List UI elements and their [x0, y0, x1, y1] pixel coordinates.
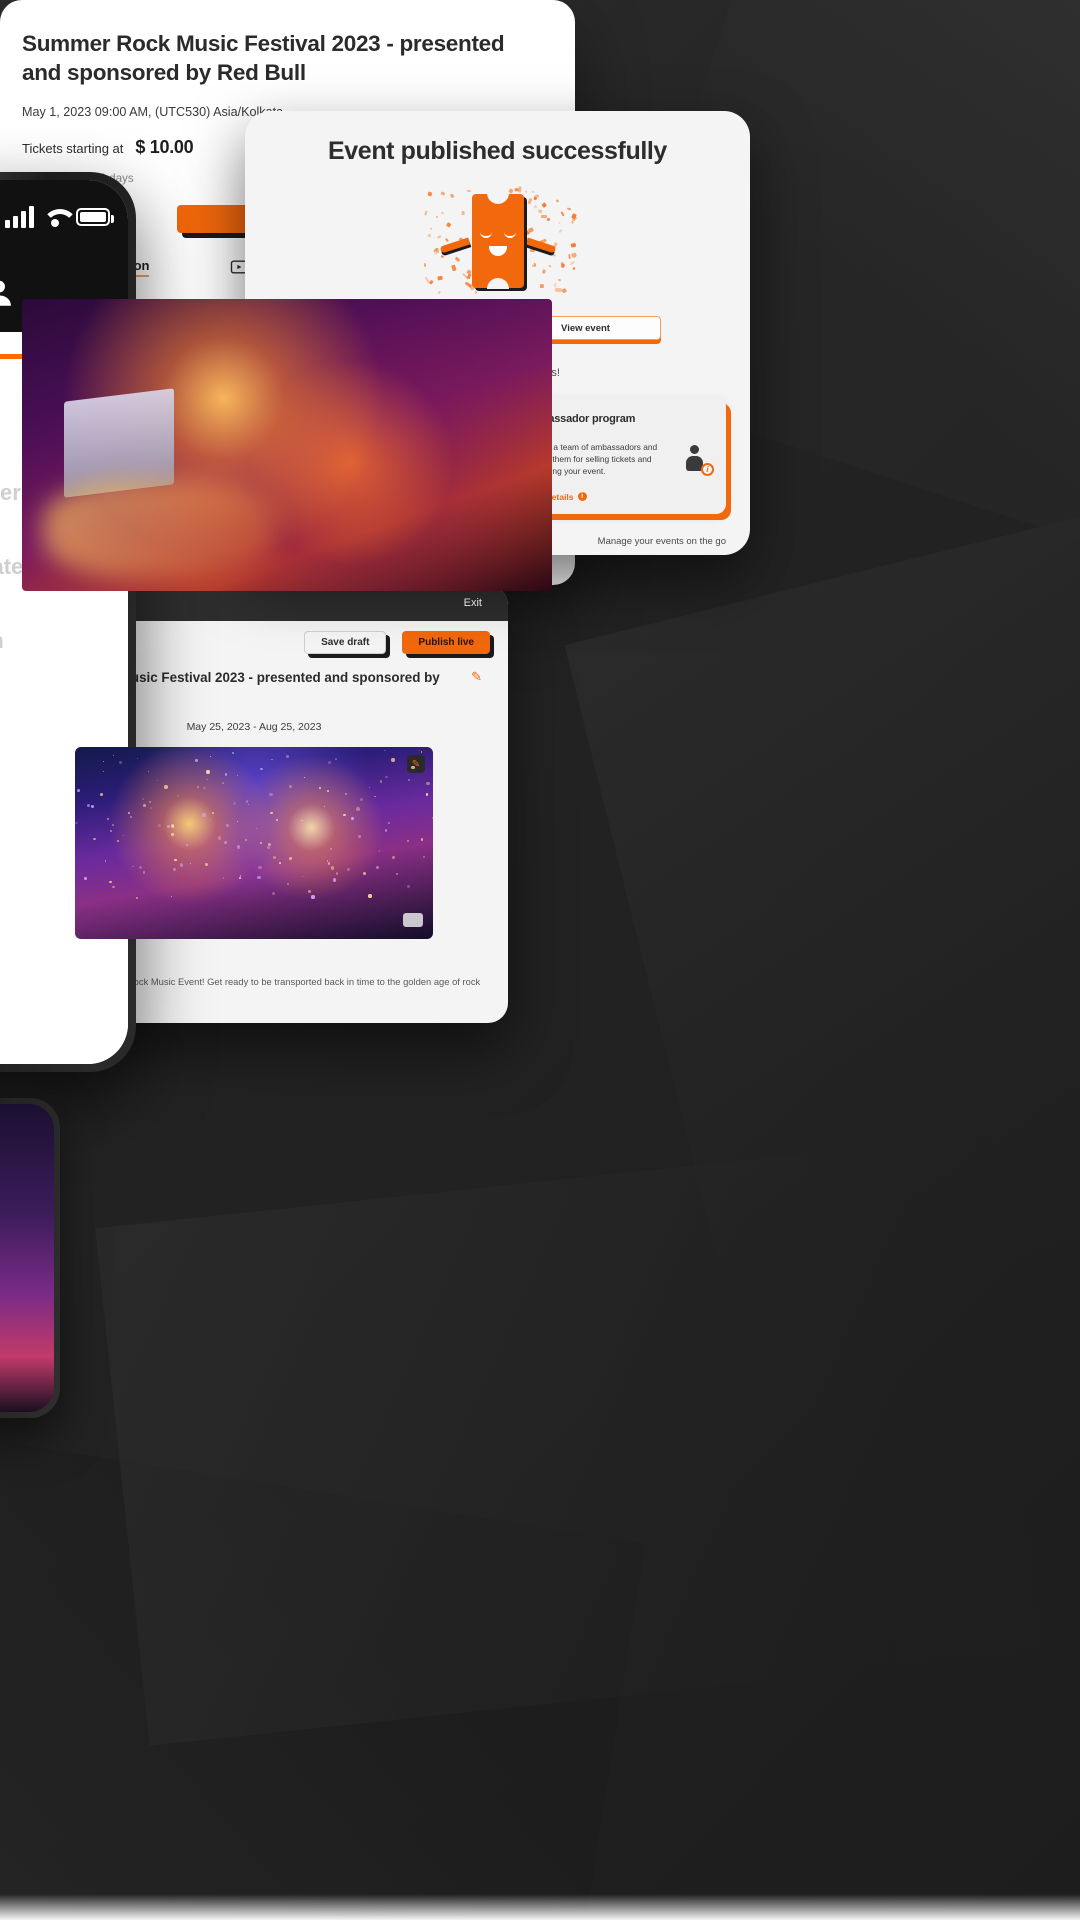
info-icon: i: [577, 492, 587, 502]
signal-bars-icon: [5, 206, 34, 228]
background-facet: [0, 1424, 646, 1920]
event-hero-image: [22, 299, 552, 592]
save-draft-button[interactable]: Save draft: [304, 630, 387, 654]
user-icon[interactable]: [0, 276, 16, 310]
background-facet: [95, 1134, 1045, 1746]
laptop-shape: [64, 388, 175, 499]
price-label: Tickets starting at: [22, 141, 124, 157]
wifi-icon: [42, 207, 68, 227]
price-value: $ 10.00: [135, 137, 194, 158]
phone-status-bar: [0, 180, 128, 254]
faded-item: Location: [0, 628, 106, 654]
ticket-mascot-illustration: [422, 186, 578, 295]
pencil-icon[interactable]: ✎: [407, 755, 425, 774]
media-thumbnail-icon: [403, 913, 423, 928]
mascot-ticket-body: [471, 194, 524, 288]
mascot-eye: [503, 232, 516, 238]
person-icon: i: [684, 444, 714, 477]
background-facet: [564, 495, 1080, 1325]
view-details-link[interactable]: View details i: [525, 492, 711, 502]
info-badge-icon: i: [701, 463, 714, 477]
secondary-phone-mockup: [0, 1098, 60, 1418]
exit-button[interactable]: Exit: [464, 597, 482, 609]
feature-title: Ambassador program: [524, 413, 636, 425]
screenshot-stage: 4 /6 Clear filter Event date Location Ev…: [0, 0, 1080, 1920]
mascot-eye: [479, 232, 492, 238]
secondary-phone-screen: [0, 1104, 54, 1412]
publish-banner-image[interactable]: ✎: [75, 747, 433, 940]
feature-body: Recruit a team of ambassadors and reward…: [525, 441, 714, 478]
mascot-mouth: [488, 246, 507, 256]
page-title: Event published successfully: [328, 137, 667, 165]
pencil-icon[interactable]: ✎: [471, 669, 482, 685]
publish-live-button[interactable]: Publish live: [402, 630, 490, 654]
battery-icon: [76, 208, 114, 226]
event-title: Summer Rock Music Festival 2023 - presen…: [22, 31, 505, 85]
